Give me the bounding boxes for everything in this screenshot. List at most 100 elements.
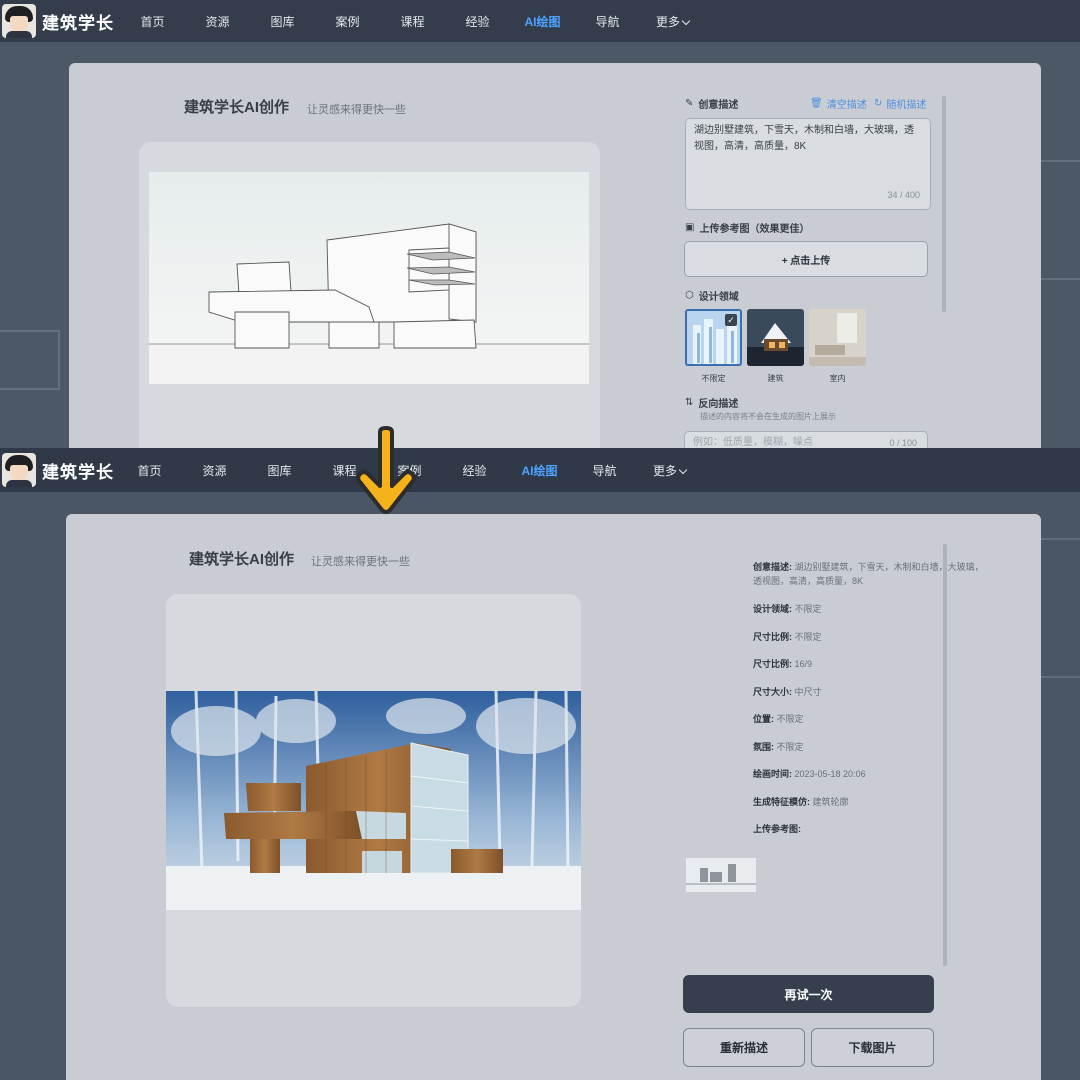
info-reference: 上传参考图: (753, 822, 985, 836)
nav-more-label: 更多 (652, 463, 677, 478)
check-icon: ✓ (725, 314, 737, 326)
clear-link-text: 清空描述 (826, 100, 867, 111)
info-domain: 设计领域: 不限定 (753, 602, 985, 616)
nav-item-courses[interactable]: 课程 (380, 13, 445, 30)
brand-name: 建筑学长 (42, 13, 114, 33)
negative-character-count: 0 / 100 (889, 438, 917, 448)
domain-caption-interior: 室内 (829, 374, 846, 383)
top-navbar: 建筑学长 首页 资源 图库 案例 课程 经验 AI绘图 导航 更多 (0, 0, 1080, 42)
info-key: 尺寸比例: (753, 659, 792, 669)
domain-option-interior[interactable] (809, 309, 866, 366)
info-ratio-1: 尺寸比例: 不限定 (753, 630, 985, 644)
info-key: 尺寸大小: (753, 687, 792, 697)
bottom-screenshot: 建筑学长 首页 资源 图库 课程 案例 经验 AI绘图 导航 更多 建筑学长AI… (0, 448, 1080, 1080)
info-position: 位置: 不限定 (753, 712, 985, 726)
nav-item-ai-drawing[interactable]: AI绘图 (507, 462, 572, 479)
info-feature: 生成特征模仿: 建筑轮廓 (753, 795, 985, 809)
sketch-canvas (139, 142, 600, 448)
result-panel: 建筑学长AI创作 让灵感来得更快一些 创意描述: 湖边别墅建筑，下雪天，木制和白… (66, 514, 1041, 1080)
random-description-link[interactable]: ↻ 随机描述 (874, 96, 926, 111)
negative-placeholder: 例如：低质量，模糊，噪点 (693, 437, 813, 448)
architecture-thumbnail (747, 309, 804, 366)
info-key: 氛围: (753, 742, 774, 752)
info-key: 生成特征模仿: (753, 797, 810, 807)
page-title: 建筑学长AI创作 (184, 99, 290, 116)
sketch-image (149, 172, 589, 384)
bottom-navbar: 建筑学长 首页 资源 图库 课程 案例 经验 AI绘图 导航 更多 (0, 448, 1080, 492)
nav-item-navigation[interactable]: 导航 (575, 13, 640, 30)
avatar (2, 4, 36, 38)
avatar (2, 453, 36, 487)
prompt-text: 湖边别墅建筑，下雪天，木制和白墙，大玻璃，透视图，高清，高质量，8K (694, 125, 914, 152)
domain-caption-unlimited: 不限定 (701, 374, 726, 383)
domain-option-unlimited[interactable]: ✓ (685, 309, 742, 366)
creative-description-input[interactable]: 湖边别墅建筑，下雪天，木制和白墙，大玻璃，透视图，高清，高质量，8K 34 / … (685, 118, 931, 210)
nav-item-home[interactable]: 首页 (117, 462, 182, 479)
nav-item-more[interactable]: 更多 (640, 13, 705, 30)
info-key: 创意描述: (753, 562, 792, 572)
negative-description-input[interactable]: 例如：低质量，模糊，噪点 0 / 100 (684, 431, 928, 448)
download-button[interactable]: 下载图片 (811, 1028, 934, 1067)
scrollbar[interactable] (942, 96, 946, 312)
nav-item-navigation[interactable]: 导航 (572, 462, 637, 479)
info-value: 2023-05-18 20:06 (794, 769, 866, 779)
page-title: 建筑学长AI创作 (189, 551, 295, 568)
info-value: 不限定 (776, 742, 804, 752)
result-canvas (166, 594, 581, 1007)
info-value: 16/9 (794, 659, 813, 669)
refresh-icon: ↻ (874, 98, 883, 109)
reference-thumbnail[interactable] (686, 858, 756, 892)
interior-thumbnail (809, 309, 866, 366)
brand-name: 建筑学长 (42, 462, 114, 482)
domain-option-architecture[interactable] (747, 309, 804, 366)
nav-item-ai-drawing[interactable]: AI绘图 (510, 13, 575, 30)
nav-item-experience[interactable]: 经验 (442, 462, 507, 479)
info-atmosphere: 氛围: 不限定 (753, 740, 985, 754)
pencil-icon: ✎ (685, 98, 694, 109)
nav-item-experience[interactable]: 经验 (445, 13, 510, 30)
upload-label-text: 上传参考图（效果更佳） (699, 224, 810, 235)
info-key: 设计领域: (753, 604, 792, 614)
random-link-text: 随机描述 (886, 100, 927, 111)
retry-button[interactable]: 再试一次 (683, 975, 934, 1013)
logo[interactable]: 建筑学长 (2, 4, 137, 38)
design-domain-label: ⬡ 设计领域 (685, 288, 739, 303)
page-subtitle: 让灵感来得更快一些 (311, 556, 410, 568)
info-value: 不限定 (794, 632, 822, 642)
upload-reference-label: ▣ 上传参考图（效果更佳） (685, 220, 809, 235)
upload-button[interactable]: + 点击上传 (684, 241, 928, 277)
info-creative: 创意描述: 湖边别墅建筑，下雪天，木制和白墙，大玻璃，透视图，高清，高质量，8K (753, 560, 985, 588)
info-key: 位置: (753, 714, 774, 724)
redescribe-button[interactable]: 重新描述 (683, 1028, 805, 1067)
nav-item-more[interactable]: 更多 (637, 462, 702, 479)
domain-label-text: 设计领域 (698, 292, 739, 303)
background-decoration (0, 330, 60, 390)
nav-item-cases[interactable]: 案例 (315, 13, 380, 30)
nav-item-gallery[interactable]: 图库 (247, 462, 312, 479)
arrow-down-icon (356, 426, 416, 514)
scrollbar[interactable] (943, 544, 947, 966)
info-time: 绘画时间: 2023-05-18 20:06 (753, 767, 985, 781)
nav-more-label: 更多 (655, 14, 680, 29)
info-key: 尺寸比例: (753, 632, 792, 642)
nav-item-gallery[interactable]: 图库 (250, 13, 315, 30)
clear-description-link[interactable]: 🗑 清空描述 (810, 96, 867, 111)
page-subtitle: 让灵感来得更快一些 (307, 104, 406, 116)
info-value: 建筑轮廓 (812, 797, 849, 807)
nav-item-home[interactable]: 首页 (120, 13, 185, 30)
info-key: 绘画时间: (753, 769, 792, 779)
info-size: 尺寸大小: 中尺寸 (753, 685, 985, 699)
creative-label-text: 创意描述 (698, 100, 739, 111)
domain-caption-architecture: 建筑 (767, 374, 784, 383)
info-ratio-2: 尺寸比例: 16/9 (753, 657, 985, 671)
negative-description-label: ⇅ 反向描述 (685, 395, 738, 410)
nav-item-resources[interactable]: 资源 (182, 462, 247, 479)
creative-description-label: ✎ 创意描述 (685, 96, 738, 111)
negative-hint: 描述的内容将不会在生成的图片上展示 (700, 412, 836, 421)
info-key: 上传参考图: (753, 824, 801, 834)
generated-image (166, 691, 581, 910)
nav-item-resources[interactable]: 资源 (185, 13, 250, 30)
creation-panel: 建筑学长AI创作 让灵感来得更快一些 ✎ 创意描述 🗑 清空描述 ↻ 随机描述 … (69, 63, 1041, 448)
swap-icon: ⇅ (685, 397, 694, 408)
nav-menu: 首页 资源 图库 案例 课程 经验 AI绘图 导航 更多 (120, 13, 705, 30)
